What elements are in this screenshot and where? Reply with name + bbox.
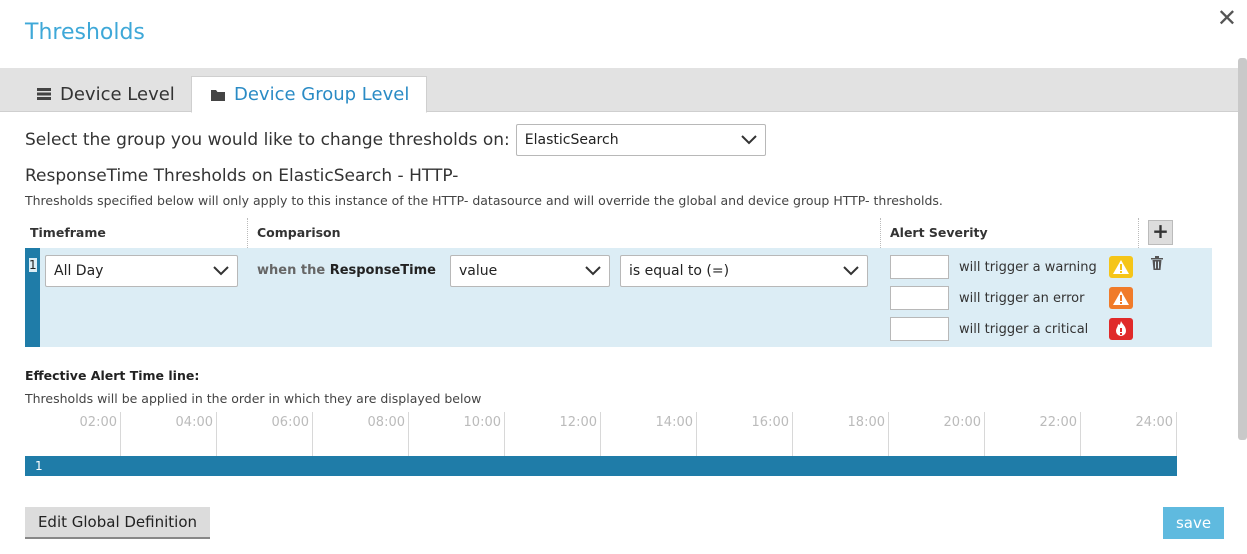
timeline-tick-label: 06:00 xyxy=(271,415,309,430)
save-button[interactable]: save xyxy=(1163,507,1224,539)
timeline-tick-label: 02:00 xyxy=(79,415,117,430)
timeline-tick: 24:00 xyxy=(1081,412,1177,456)
group-dropdown-value: ElasticSearch xyxy=(524,132,619,148)
critical-threshold-input[interactable] xyxy=(890,317,949,341)
timeline-tick-label: 24:00 xyxy=(1135,415,1173,430)
tab-bar: Device Level Device Group Level xyxy=(0,68,1238,113)
timeline-tick: 02:00 xyxy=(25,412,121,456)
group-select-label: Select the group you would like to chang… xyxy=(25,130,510,150)
operator-value: is equal to (=) xyxy=(629,263,730,279)
timeline-tick-label: 08:00 xyxy=(367,415,405,430)
chevron-down-icon xyxy=(843,266,859,276)
severity-error-row: will trigger an error xyxy=(890,286,1133,310)
value-type-dropdown[interactable]: value xyxy=(450,255,610,287)
timeline-bar: 1 xyxy=(25,456,1177,476)
folder-icon xyxy=(211,89,225,101)
severity-warning-row: will trigger a warning xyxy=(890,255,1133,279)
comparison-text: when the ResponseTime xyxy=(257,263,436,278)
server-icon xyxy=(37,88,51,100)
row-number: 1 xyxy=(29,258,37,272)
warning-icon xyxy=(1109,256,1133,278)
severity-critical-row: will trigger a critical xyxy=(890,317,1133,341)
critical-label: will trigger a critical xyxy=(959,321,1089,337)
timeline-tick-label: 18:00 xyxy=(847,415,885,430)
tab-device-level[interactable]: Device Level xyxy=(24,76,187,112)
column-divider xyxy=(247,218,248,248)
add-threshold-button[interactable]: + xyxy=(1148,220,1173,245)
scrollbar[interactable] xyxy=(1238,58,1247,440)
header-timeframe: Timeframe xyxy=(30,225,106,240)
error-label: will trigger an error xyxy=(959,290,1085,306)
timeline-tick-label: 20:00 xyxy=(943,415,981,430)
trash-icon[interactable] xyxy=(1151,256,1163,270)
close-icon[interactable]: ✕ xyxy=(1217,4,1237,32)
timeline-tick: 18:00 xyxy=(793,412,889,456)
chevron-down-icon xyxy=(741,135,757,145)
timeline-tick-label: 22:00 xyxy=(1039,415,1077,430)
warning-label: will trigger a warning xyxy=(959,259,1097,275)
timeline-tick: 08:00 xyxy=(313,412,409,456)
operator-dropdown[interactable]: is equal to (=) xyxy=(620,255,868,287)
metric-name: ResponseTime xyxy=(329,263,436,278)
dialog-title: Thresholds xyxy=(25,20,145,45)
tab-label: Device Group Level xyxy=(234,84,410,105)
warning-threshold-input[interactable] xyxy=(890,255,949,279)
group-select-row: Select the group you would like to chang… xyxy=(25,124,766,156)
table-row: 1 All Day when the ResponseTime value is… xyxy=(25,248,1212,347)
timeline-tick: 20:00 xyxy=(889,412,985,456)
when-prefix: when the xyxy=(257,263,326,278)
timeline-title: Effective Alert Time line: xyxy=(25,368,200,383)
chevron-down-icon xyxy=(585,266,601,276)
timeline-description: Thresholds will be applied in the order … xyxy=(25,391,482,406)
timeline-tick: 22:00 xyxy=(985,412,1081,456)
critical-icon xyxy=(1109,318,1133,340)
tab-label: Device Level xyxy=(60,83,175,105)
timeline-tick: 12:00 xyxy=(505,412,601,456)
timeline-tick-label: 12:00 xyxy=(559,415,597,430)
header-comparison: Comparison xyxy=(257,225,341,240)
timeline-tick: 14:00 xyxy=(601,412,697,456)
timeline-tick-label: 14:00 xyxy=(655,415,693,430)
timeline-tick-label: 16:00 xyxy=(751,415,789,430)
alert-timeline: 24:00 22:00 20:00 18:00 16:00 14:00 12:00 10:00… xyxy=(25,412,1177,476)
timeframe-dropdown[interactable]: All Day xyxy=(45,255,238,287)
timeline-tick: 10:00 xyxy=(409,412,505,456)
column-divider xyxy=(1138,218,1139,248)
timeline-tick: 04:00 xyxy=(121,412,217,456)
timeline-tick: 16:00 xyxy=(697,412,793,456)
group-dropdown[interactable]: ElasticSearch xyxy=(515,124,766,156)
section-title: ResponseTime Thresholds on ElasticSearch… xyxy=(25,166,459,186)
error-threshold-input[interactable] xyxy=(890,286,949,310)
error-icon xyxy=(1109,287,1133,309)
header-alert-severity: Alert Severity xyxy=(890,225,988,240)
timeline-tick: 06:00 xyxy=(217,412,313,456)
timeline-tick-label: 04:00 xyxy=(175,415,213,430)
edit-global-definition-button[interactable]: Edit Global Definition xyxy=(25,507,210,539)
chevron-down-icon xyxy=(213,266,229,276)
section-description: Thresholds specified below will only app… xyxy=(25,193,943,208)
column-divider xyxy=(880,218,881,248)
timeline-tick-label: 10:00 xyxy=(463,415,501,430)
timeframe-value: All Day xyxy=(54,263,104,279)
table-header: Timeframe Comparison Alert Severity + xyxy=(25,218,1212,248)
tab-device-group-level[interactable]: Device Group Level xyxy=(191,76,427,113)
value-type-value: value xyxy=(459,263,498,279)
